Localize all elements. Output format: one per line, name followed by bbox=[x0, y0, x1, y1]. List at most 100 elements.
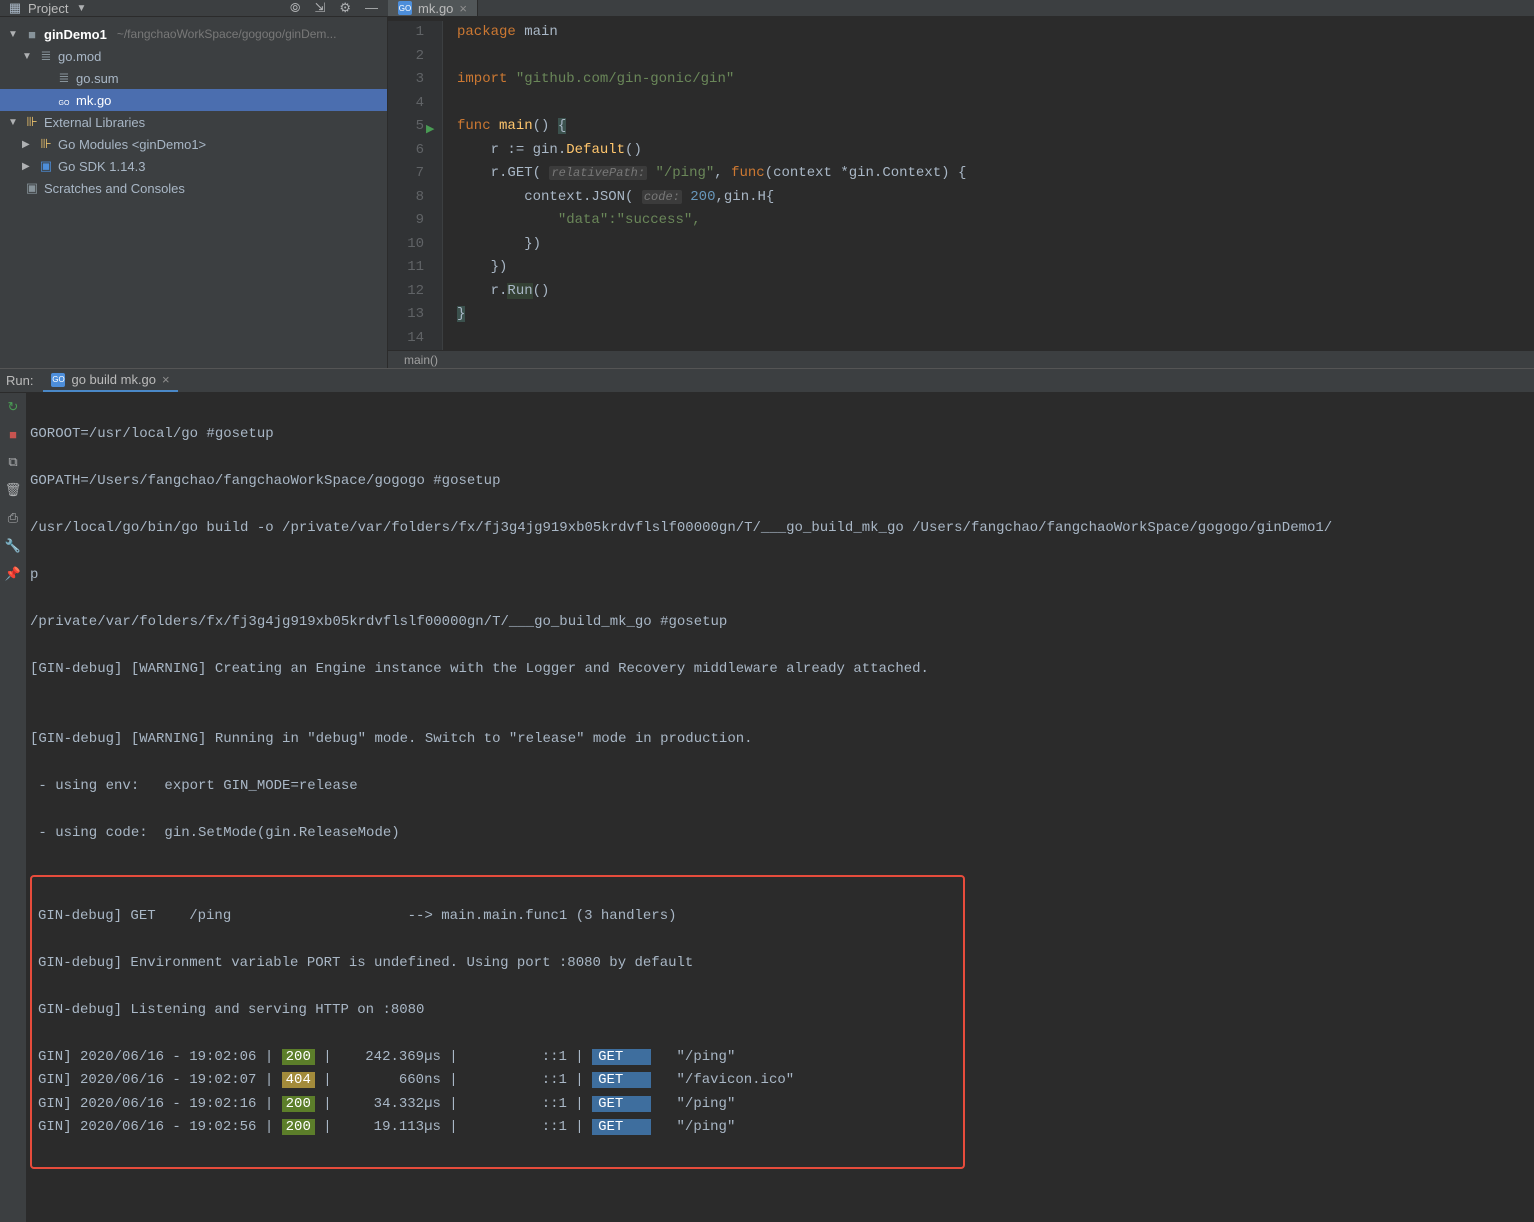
hide-icon[interactable]: — bbox=[365, 0, 378, 16]
root-name: ginDemo1 bbox=[44, 27, 107, 42]
file-icon: ≣ bbox=[56, 70, 72, 86]
line-gutter: 1 2 3 4 5 6 7 8 9 10 11 12 13 14 ▶ bbox=[388, 21, 443, 350]
run-side-toolbar: ↻ ■ ⧉ 🗑 ⎙ 🔧 📌 bbox=[0, 393, 26, 1222]
gosum-label: go.sum bbox=[76, 71, 119, 86]
line-no: 4 bbox=[388, 92, 424, 116]
tree-mkgo[interactable]: GO mk.go bbox=[0, 89, 387, 111]
chevron-down-icon[interactable]: ▼ bbox=[22, 51, 34, 62]
rerun-icon[interactable]: ↻ bbox=[8, 399, 19, 415]
run-tab[interactable]: GO go build mk.go × bbox=[43, 369, 177, 392]
scratches-icon: ▣ bbox=[24, 180, 40, 196]
line-no: 9 bbox=[388, 209, 424, 233]
trash-icon[interactable]: 🗑 bbox=[5, 482, 22, 498]
request-line: GIN] 2020/06/16 - 19:02:16 | 200 | 34.33… bbox=[38, 1093, 957, 1117]
ext-lib-label: External Libraries bbox=[44, 115, 145, 130]
run-tab-label: go build mk.go bbox=[71, 372, 156, 387]
console-line: [GIN-debug] [WARNING] Running in "debug"… bbox=[30, 728, 1530, 752]
console-line: GOROOT=/usr/local/go #gosetup bbox=[30, 423, 1530, 447]
go-sdk-label: Go SDK 1.14.3 bbox=[58, 159, 145, 174]
close-icon[interactable]: × bbox=[162, 372, 170, 387]
project-panel: ▼ ■ ginDemo1 ~/fangchaoWorkSpace/gogogo/… bbox=[0, 17, 388, 368]
run-gutter-icon[interactable]: ▶ bbox=[426, 119, 434, 143]
sdk-icon: ▣ bbox=[38, 158, 54, 174]
line-no: 11 bbox=[388, 256, 424, 280]
tab-mk-go[interactable]: GO mk.go × bbox=[388, 0, 478, 16]
project-label[interactable]: Project bbox=[28, 1, 68, 16]
code-text[interactable]: package main import "github.com/gin-goni… bbox=[443, 21, 966, 350]
project-tool-header: ▦ Project ▼ ⦾ ⇲ ⚙ — bbox=[0, 0, 388, 16]
line-no: 8 bbox=[388, 186, 424, 210]
line-no: 1 bbox=[388, 21, 424, 45]
library-icon: ⊪ bbox=[38, 136, 54, 152]
chevron-right-icon[interactable]: ▶ bbox=[22, 161, 34, 172]
gear-icon[interactable]: ⚙ bbox=[339, 0, 351, 16]
print-icon[interactable]: ⎙ bbox=[8, 510, 18, 526]
console-line: - using env: export GIN_MODE=release bbox=[30, 775, 1530, 799]
gomod-label: go.mod bbox=[58, 49, 101, 64]
top-toolbar: ▦ Project ▼ ⦾ ⇲ ⚙ — GO mk.go × bbox=[0, 0, 1534, 17]
wrench-icon[interactable]: 🔧 bbox=[5, 538, 21, 554]
file-icon: ≣ bbox=[38, 48, 54, 64]
breadcrumb[interactable]: main() bbox=[388, 350, 1534, 368]
go-file-icon: GO bbox=[56, 93, 72, 108]
go-modules-label: Go Modules <ginDemo1> bbox=[58, 137, 206, 152]
request-line: GIN] 2020/06/16 - 19:02:07 | 404 | 660ns… bbox=[38, 1069, 957, 1093]
console-line: GIN-debug] GET /ping --> main.main.func1… bbox=[38, 905, 957, 929]
stop-icon[interactable]: ■ bbox=[9, 427, 17, 442]
console-line: /usr/local/go/bin/go build -o /private/v… bbox=[30, 517, 1530, 541]
project-tree: ▼ ■ ginDemo1 ~/fangchaoWorkSpace/gogogo/… bbox=[0, 17, 387, 205]
close-icon[interactable]: × bbox=[459, 1, 467, 16]
line-no: 2 bbox=[388, 45, 424, 69]
code-area[interactable]: 1 2 3 4 5 6 7 8 9 10 11 12 13 14 ▶ packa… bbox=[388, 17, 1534, 350]
editor-area: 1 2 3 4 5 6 7 8 9 10 11 12 13 14 ▶ packa… bbox=[388, 17, 1534, 368]
run-label: Run: bbox=[6, 373, 33, 388]
tab-label: mk.go bbox=[418, 1, 453, 16]
tree-scratches[interactable]: ▣ Scratches and Consoles bbox=[0, 177, 387, 199]
pin-icon[interactable]: 📌 bbox=[5, 566, 21, 582]
console-line: GIN-debug] Listening and serving HTTP on… bbox=[38, 999, 957, 1023]
locate-icon[interactable]: ⦾ bbox=[290, 0, 300, 16]
editor-tab-bar: GO mk.go × bbox=[388, 0, 478, 16]
highlighted-output-box: GIN-debug] GET /ping --> main.main.func1… bbox=[30, 875, 965, 1169]
dropdown-icon[interactable]: ▼ bbox=[74, 3, 88, 14]
chevron-right-icon[interactable]: ▶ bbox=[22, 139, 34, 150]
main-split: ▼ ■ ginDemo1 ~/fangchaoWorkSpace/gogogo/… bbox=[0, 17, 1534, 368]
console-output[interactable]: GOROOT=/usr/local/go #gosetup GOPATH=/Us… bbox=[26, 393, 1534, 1222]
library-icon: ⊪ bbox=[24, 114, 40, 130]
go-file-icon: GO bbox=[51, 373, 65, 387]
chevron-down-icon[interactable]: ▼ bbox=[8, 117, 20, 128]
layout-icon[interactable]: ⧉ bbox=[8, 454, 17, 470]
line-no: 3 bbox=[388, 68, 424, 92]
line-no: 5 bbox=[388, 115, 424, 139]
console-line: p bbox=[30, 564, 1530, 588]
request-line: GIN] 2020/06/16 - 19:02:06 | 200 | 242.3… bbox=[38, 1046, 957, 1070]
run-tool-header: Run: GO go build mk.go × bbox=[0, 368, 1534, 393]
line-no: 13 bbox=[388, 303, 424, 327]
chevron-down-icon[interactable]: ▼ bbox=[8, 29, 20, 40]
folder-icon: ■ bbox=[24, 27, 40, 42]
tree-go-sdk[interactable]: ▶ ▣ Go SDK 1.14.3 bbox=[0, 155, 387, 177]
run-tool-body: ↻ ■ ⧉ 🗑 ⎙ 🔧 📌 GOROOT=/usr/local/go #gose… bbox=[0, 393, 1534, 1222]
scratches-label: Scratches and Consoles bbox=[44, 181, 185, 196]
expand-icon[interactable]: ⇲ bbox=[314, 0, 325, 16]
tree-go-modules[interactable]: ▶ ⊪ Go Modules <ginDemo1> bbox=[0, 133, 387, 155]
console-line: [GIN-debug] [WARNING] Creating an Engine… bbox=[30, 658, 1530, 682]
line-no: 12 bbox=[388, 280, 424, 304]
line-no: 6 bbox=[388, 139, 424, 163]
tree-gosum[interactable]: ≣ go.sum bbox=[0, 67, 387, 89]
console-line: GOPATH=/Users/fangchao/fangchaoWorkSpace… bbox=[30, 470, 1530, 494]
line-no: 14 bbox=[388, 327, 424, 351]
breadcrumb-item: main() bbox=[404, 353, 438, 367]
console-line: GIN-debug] Environment variable PORT is … bbox=[38, 952, 957, 976]
tree-ext-libs[interactable]: ▼ ⊪ External Libraries bbox=[0, 111, 387, 133]
request-line: GIN] 2020/06/16 - 19:02:56 | 200 | 19.11… bbox=[38, 1116, 957, 1140]
go-file-icon: GO bbox=[398, 1, 412, 15]
tree-gomod[interactable]: ▼ ≣ go.mod bbox=[0, 45, 387, 67]
console-line: - using code: gin.SetMode(gin.ReleaseMod… bbox=[30, 822, 1530, 846]
project-toolbar-icons: ⦾ ⇲ ⚙ — bbox=[290, 0, 378, 16]
mkgo-label: mk.go bbox=[76, 93, 111, 108]
root-path: ~/fangchaoWorkSpace/gogogo/ginDem... bbox=[117, 27, 337, 41]
tree-root[interactable]: ▼ ■ ginDemo1 ~/fangchaoWorkSpace/gogogo/… bbox=[0, 23, 387, 45]
line-no: 10 bbox=[388, 233, 424, 257]
project-view-icon: ▦ bbox=[8, 0, 22, 16]
